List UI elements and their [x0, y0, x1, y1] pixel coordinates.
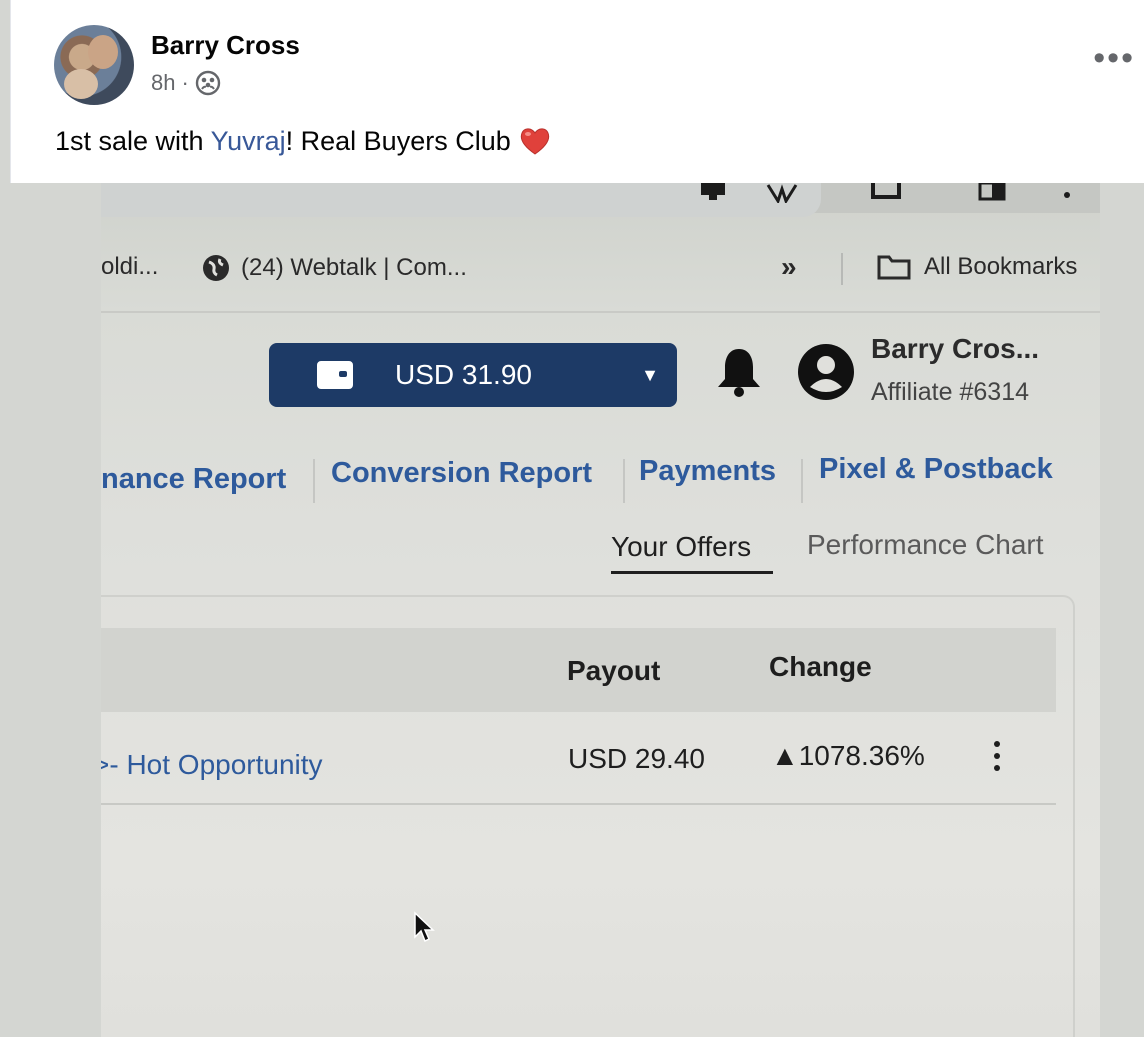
- nav-conversion-report: Conversion Report: [331, 457, 593, 489]
- offer-change: ▲1078.36%: [771, 740, 925, 771]
- avatar-person-face: [88, 35, 118, 69]
- header-payout: Payout: [567, 655, 661, 686]
- globe-icon: [203, 255, 229, 281]
- nav-payments: Payments: [639, 455, 777, 487]
- facebook-post: Barry Cross 8h · ••• 1st sale with Yuvra…: [10, 0, 1144, 183]
- wallet-balance-dropdown: USD 31.90 ▼: [269, 343, 677, 407]
- mention-link[interactable]: Yuvraj: [211, 126, 286, 156]
- all-bookmarks-label: All Bookmarks: [924, 253, 1078, 280]
- report-nav: nance Report Conversion Report Payments …: [101, 453, 1100, 503]
- row-menu-icon: [994, 741, 1002, 777]
- post-photo[interactable]: oldi... (24) Webtalk | Com... » All Book…: [101, 183, 1100, 1037]
- nav-separator: [801, 459, 803, 503]
- chevron-down-icon: ▼: [641, 364, 659, 385]
- install-app-icon: [701, 183, 725, 200]
- group-icon[interactable]: [195, 70, 221, 96]
- bell-icon: [718, 349, 760, 397]
- nav-separator: [313, 459, 315, 503]
- browser-menu-icon: [1064, 192, 1070, 198]
- offer-name: >- Hot Opportunity: [101, 749, 323, 780]
- extensions-icon: [871, 183, 901, 199]
- tab-your-offers: Your Offers: [611, 531, 752, 562]
- bookmark-webtalk-label: (24) Webtalk | Com...: [241, 254, 467, 281]
- bookmarks-separator: [841, 253, 843, 285]
- tab-performance-chart: Performance Chart: [807, 529, 1044, 560]
- wallet-balance: USD 31.90: [395, 359, 532, 390]
- mouse-cursor-icon: [414, 911, 435, 943]
- bookmark-webtalk: (24) Webtalk | Com...: [201, 253, 467, 283]
- bookmarks-overflow-icon: »: [781, 251, 797, 282]
- nav-pixel-postback: Pixel & Postback: [819, 453, 1053, 485]
- post-meta: 8h ·: [151, 70, 221, 96]
- affiliate-id: Affiliate #6314: [871, 378, 1029, 406]
- all-bookmarks: All Bookmarks: [876, 253, 1077, 281]
- meta-separator: ·: [181, 70, 189, 95]
- author-avatar[interactable]: [54, 25, 134, 105]
- nav-performance-report: nance Report: [101, 463, 287, 495]
- offer-payout: USD 29.40: [568, 743, 705, 774]
- caption-text-end: ! Real Buyers Club: [285, 126, 519, 156]
- row-divider: [101, 803, 1056, 805]
- author-name[interactable]: Barry Cross: [151, 30, 300, 61]
- bookmark-partial: oldi...: [101, 253, 159, 280]
- star-icon: [766, 184, 798, 203]
- heart-emoji-icon: [521, 128, 550, 155]
- post-caption: 1st sale with Yuvraj! Real Buyers Club: [55, 124, 552, 158]
- active-tab-indicator: [611, 571, 773, 574]
- avatar-child-face: [64, 69, 98, 99]
- folder-icon: [877, 255, 911, 280]
- more-options-icon[interactable]: •••: [1093, 41, 1135, 75]
- caption-text-start: 1st sale with: [55, 126, 211, 156]
- sidebar-icon: [978, 183, 1006, 201]
- page-divider: [101, 311, 1100, 313]
- user-name: Barry Cros...: [871, 333, 1040, 364]
- post-time[interactable]: 8h: [151, 70, 175, 96]
- bookmarks-bar: oldi... (24) Webtalk | Com... » All Book…: [101, 251, 1100, 287]
- nav-separator: [623, 459, 625, 503]
- wallet-icon: [317, 361, 353, 389]
- header-change: Change: [769, 651, 872, 682]
- user-avatar-icon: [798, 344, 854, 400]
